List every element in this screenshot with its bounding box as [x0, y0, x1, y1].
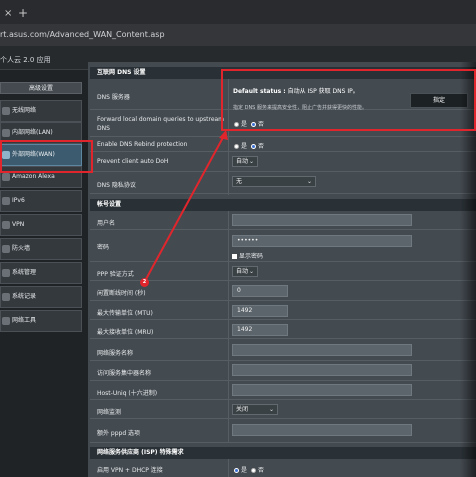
lcp-label: 网络监测: [97, 409, 122, 416]
ipv6-icon: [2, 197, 10, 205]
checkbox-label: 显示密码: [239, 253, 264, 260]
username-label: 用户名: [97, 220, 116, 227]
mtu-label: 最大传输单位 (MTU): [97, 310, 153, 317]
step-badge: 2: [140, 278, 149, 287]
checkbox-box: [232, 254, 237, 259]
service-label: 网络服务名称: [97, 350, 134, 357]
dns-server-label: DNS 服务器: [97, 94, 130, 101]
sidebar-item-label: 无线网络: [12, 107, 37, 114]
rebind-yes-radio[interactable]: 是: [234, 141, 247, 150]
radio-dot: [234, 468, 239, 473]
column-divider: [228, 459, 229, 477]
url-text[interactable]: rt.asus.com/Advanced_WAN_Content.asp: [0, 30, 165, 39]
wifi-icon: [2, 107, 10, 115]
radio-label: 否: [258, 143, 265, 150]
doh-select[interactable]: 自动 ⌄: [232, 156, 258, 167]
sidebar-item-label: Amazon Alexa: [12, 173, 55, 180]
mtu-input[interactable]: 1492: [232, 305, 288, 317]
chevron-down-icon: ⌄: [268, 406, 274, 413]
lcp-row: [90, 400, 476, 419]
pppd-input[interactable]: [232, 424, 412, 436]
sidebar-item-syslog[interactable]: 系统记录: [0, 286, 82, 308]
hostuniq-label: Host-Uniq (十六进制): [97, 390, 158, 397]
home-icon: [2, 129, 10, 137]
highlight-dns-box: [221, 69, 476, 131]
dns-privacy-label: DNS 隐私协议: [97, 182, 136, 189]
sidebar-item-label: IPv6: [12, 197, 25, 204]
mru-input[interactable]: 1492: [232, 324, 288, 336]
select-value: 无: [236, 178, 243, 185]
tab-close-icon[interactable]: ×: [4, 8, 12, 19]
radio-label: 是: [241, 467, 248, 474]
sidebar-item-label: VPN: [12, 221, 25, 228]
app-name[interactable]: 个人云 2.0 应用: [0, 55, 51, 65]
select-value: 关闭: [236, 406, 249, 413]
chevron-down-icon: ⌄: [306, 178, 312, 185]
radio-label: 是: [241, 143, 248, 150]
auth-select[interactable]: 自动 ⌄: [232, 266, 258, 277]
sidebar-item-label: 防火墙: [12, 245, 31, 252]
sidebar-item-firewall[interactable]: 防火墙: [0, 238, 82, 260]
ac-label: 访问服务集中器名称: [97, 370, 152, 377]
password-input[interactable]: ••••••: [232, 235, 412, 247]
auth-label: PPP 验证方式: [97, 271, 134, 278]
chevron-down-icon: ⌄: [248, 268, 254, 275]
forward-label: Forward local domain queries to upstream…: [97, 116, 225, 132]
select-value: 自动: [236, 268, 249, 275]
radio-dot: [251, 468, 256, 473]
doh-label: Prevent client auto DoH: [97, 158, 169, 165]
firewall-icon: [2, 245, 10, 253]
sidebar-item-ipv6[interactable]: IPv6: [0, 190, 82, 212]
browser-tab-bar: × +: [0, 0, 476, 24]
new-tab-icon[interactable]: +: [18, 6, 28, 20]
hostuniq-input[interactable]: [232, 384, 412, 396]
tools-icon: [2, 317, 10, 325]
vpn-icon: [2, 221, 10, 229]
sidebar-item-label: 系统管理: [12, 269, 37, 276]
admin-icon: [2, 269, 10, 277]
radio-dot: [251, 144, 256, 149]
log-icon: [2, 293, 10, 301]
highlight-wan-box: [0, 140, 93, 173]
vpn-dhcp-label: 启用 VPN + DHCP 连接: [97, 467, 163, 474]
rebind-label: Enable DNS Rebind protection: [97, 141, 188, 148]
sidebar-item-label: 网络工具: [12, 317, 37, 324]
idle-label: 闲置断线时间 (秒): [97, 290, 146, 297]
select-value: 自动: [236, 158, 249, 165]
address-bar[interactable]: rt.asus.com/Advanced_WAN_Content.asp: [0, 24, 476, 46]
mru-label: 最大接收单位 (MRU): [97, 329, 154, 336]
show-password-checkbox[interactable]: 显示密码: [232, 251, 263, 260]
sidebar-item-tools[interactable]: 网络工具: [0, 310, 82, 332]
sidebar-item-label: 内部网络(LAN): [12, 129, 53, 136]
sidebar-item-admin[interactable]: 系统管理: [0, 262, 82, 284]
pppd-label: 额外 pppd 选项: [97, 430, 141, 437]
radio-label: 否: [258, 467, 265, 474]
lcp-select[interactable]: 关闭 ⌄: [232, 404, 278, 415]
dns-privacy-select[interactable]: 无 ⌄: [232, 176, 316, 187]
sidebar-item-label: 系统记录: [12, 293, 37, 300]
sidebar-item-wireless[interactable]: 无线网络: [0, 100, 82, 122]
alexa-icon: [2, 173, 10, 181]
vpn-dhcp-yes-radio[interactable]: 是: [234, 465, 247, 474]
account-section-title: 帐号设置: [90, 199, 476, 211]
sidebar-item-vpn[interactable]: VPN: [0, 214, 82, 236]
sidebar: 高级设置 无线网络 内部网络(LAN) 外部网络(WAN) Amazon Ale…: [0, 70, 88, 477]
username-input[interactable]: [232, 214, 412, 226]
rebind-no-radio[interactable]: 否: [251, 141, 264, 150]
idle-input[interactable]: 0: [232, 285, 288, 297]
radio-dot: [234, 144, 239, 149]
password-label: 密码: [97, 244, 110, 251]
sidebar-section-title: 高级设置: [0, 82, 82, 94]
chevron-down-icon: ⌄: [248, 158, 254, 165]
vpn-dhcp-no-radio[interactable]: 否: [251, 465, 264, 474]
ac-input[interactable]: [232, 364, 412, 376]
auth-row: [90, 262, 476, 281]
service-input[interactable]: [232, 344, 412, 356]
isp-section-title: 网络服务供应商 (ISP) 特殊需求: [90, 447, 476, 459]
